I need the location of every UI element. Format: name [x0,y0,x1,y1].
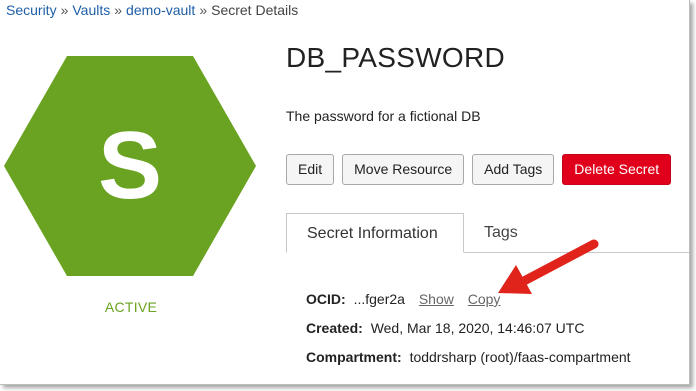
compartment-row: Compartment: toddrsharp (root)/faas-comp… [306,349,631,365]
created-label: Created: [306,320,363,336]
compartment-label: Compartment: [306,349,402,365]
breadcrumb-current: Secret Details [211,2,299,18]
breadcrumb-separator: » [199,2,208,18]
breadcrumb: Security» Vaults» demo-vault» Secret Detail… [6,2,298,18]
edit-button[interactable]: Edit [286,154,335,185]
created-row: Created: Wed, Mar 18, 2020, 14:46:07 UTC [306,320,584,336]
delete-secret-button[interactable]: Delete Secret [562,154,672,185]
breadcrumb-separator: » [60,2,69,18]
tab-secret-information[interactable]: Secret Information [286,213,464,253]
page-title: DB_PASSWORD [286,42,506,73]
compartment-value: toddrsharp (root)/faas-compartment [409,349,631,365]
show-ocid-link[interactable]: Show [419,291,454,307]
breadcrumb-separator: » [114,2,123,18]
ocid-label: OCID: [306,291,346,307]
breadcrumb-demo-vault[interactable]: demo-vault [126,2,195,18]
move-resource-button[interactable]: Move Resource [342,154,465,185]
tab-bar: Secret Information Tags [286,213,689,253]
breadcrumb-vaults[interactable]: Vaults [72,2,110,18]
red-arrow-icon [498,239,599,294]
ocid-row: OCID: ...fger2a Show Copy [306,291,500,307]
ocid-value: ...fger2a [353,291,405,307]
status-label: ACTIVE [104,299,158,315]
created-value: Wed, Mar 18, 2020, 14:46:07 UTC [370,320,585,336]
page-frame: Security» Vaults» demo-vault» Secret Detail… [0,0,690,385]
secret-description: The password for a fictional DB [286,108,481,124]
secret-avatar: S [4,56,256,276]
breadcrumb-security[interactable]: Security [6,2,57,18]
avatar-letter: S [97,112,163,219]
action-bar: Edit Move Resource Add Tags Delete Secre… [286,154,672,185]
add-tags-button[interactable]: Add Tags [472,154,555,185]
